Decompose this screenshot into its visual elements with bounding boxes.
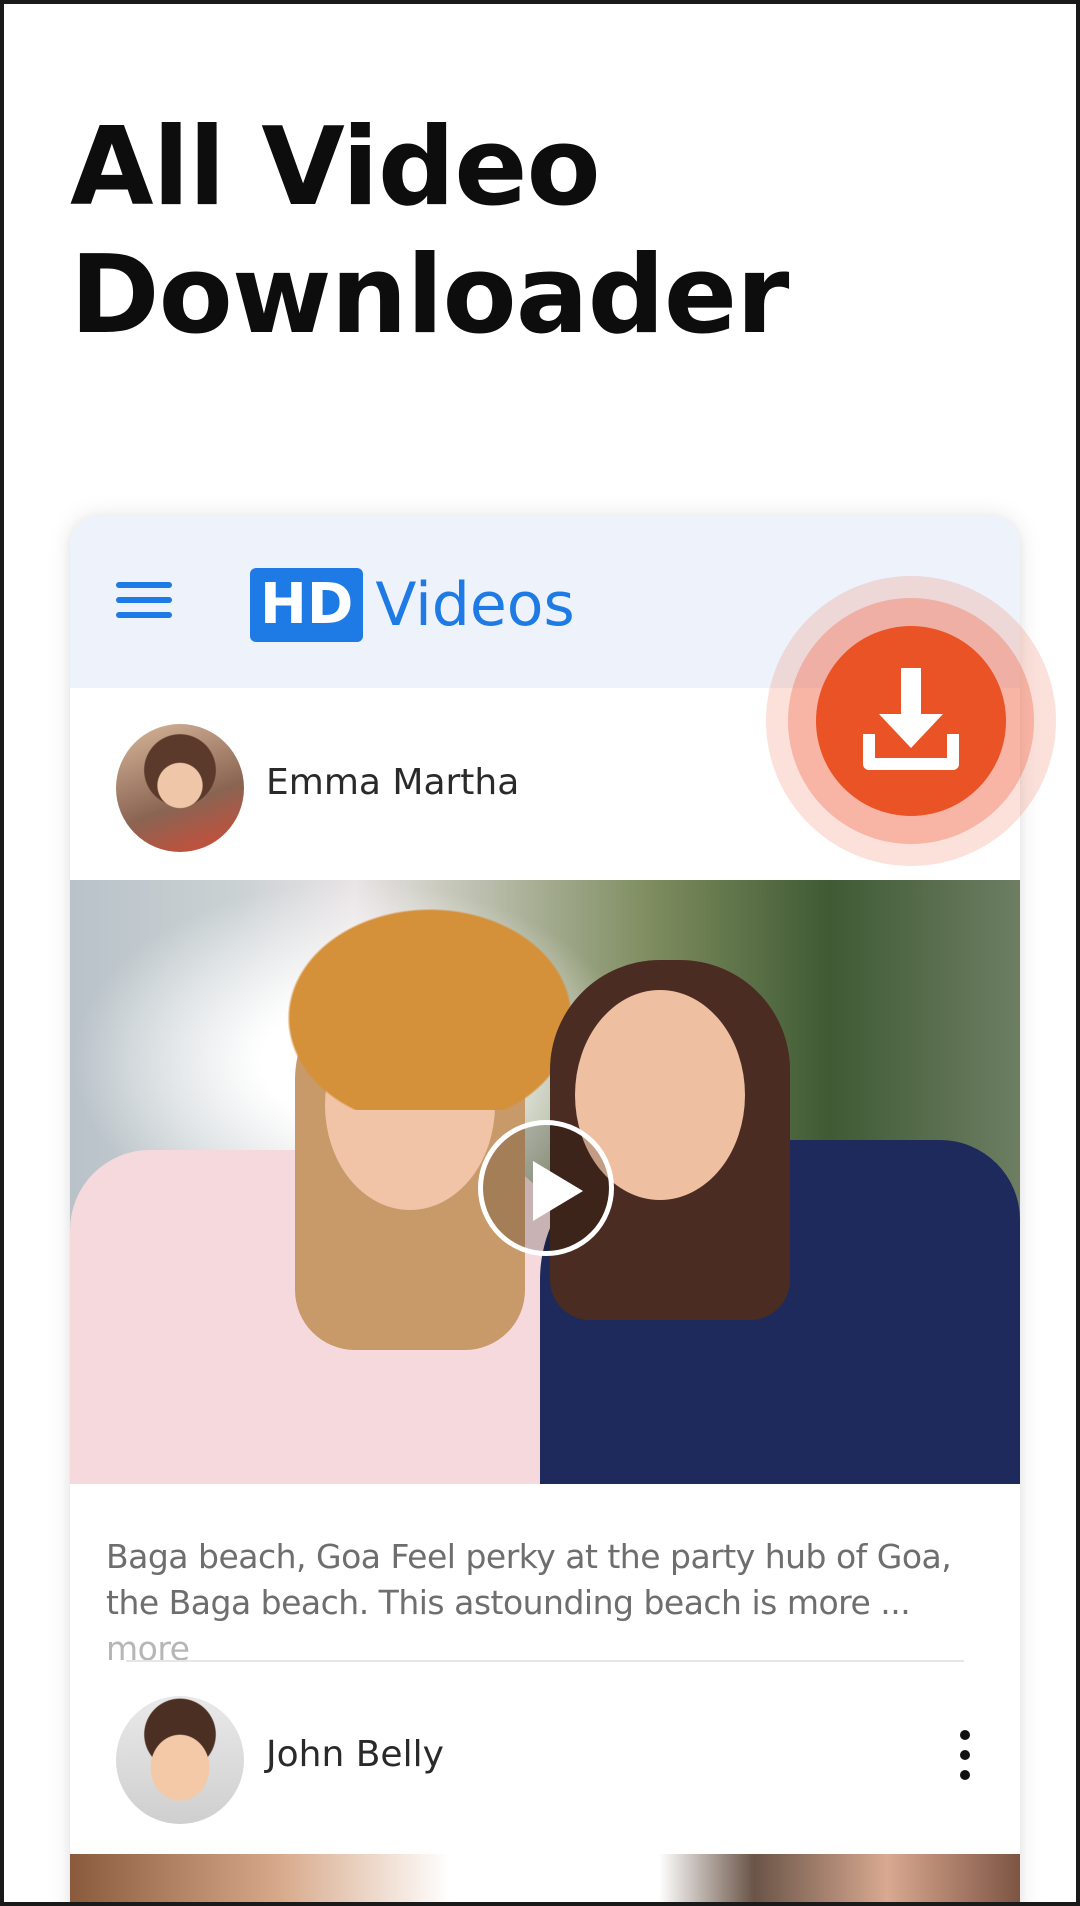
promo-headline: All Video Downloader: [70, 104, 970, 360]
logo-text: Videos: [375, 570, 575, 640]
app-logo: HD Videos: [250, 568, 575, 642]
play-icon[interactable]: [478, 1120, 614, 1256]
download-button[interactable]: [766, 576, 1056, 866]
avatar[interactable]: [116, 1696, 244, 1824]
logo-badge: HD: [250, 568, 364, 642]
more-vertical-icon[interactable]: [950, 1720, 980, 1790]
post-caption: Baga beach, Goa Feel perky at the party …: [106, 1534, 986, 1672]
headline-line-1: All Video: [70, 105, 601, 230]
post-header: John Belly: [70, 1684, 1020, 1834]
post-divider: [126, 1660, 964, 1662]
download-icon: [863, 668, 959, 770]
page-frame: All Video Downloader HD Videos Emma Mart…: [0, 0, 1080, 1906]
post-author-name[interactable]: Emma Martha: [266, 762, 519, 803]
video-thumbnail[interactable]: [70, 880, 1020, 1484]
caption-text: Baga beach, Goa Feel perky at the party …: [106, 1537, 952, 1622]
video-thumbnail[interactable]: [70, 1854, 1020, 1902]
hamburger-menu-icon[interactable]: [116, 582, 172, 622]
headline-line-2: Downloader: [70, 233, 789, 358]
avatar[interactable]: [116, 724, 244, 852]
post-author-name[interactable]: John Belly: [266, 1734, 444, 1775]
more-link[interactable]: more: [106, 1629, 190, 1668]
